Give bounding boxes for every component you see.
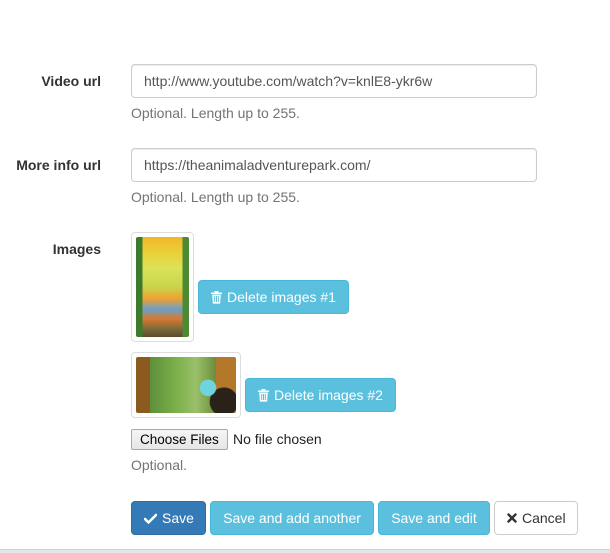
- cancel-label: Cancel: [522, 510, 566, 526]
- file-status: No file chosen: [233, 431, 322, 447]
- check-icon: [144, 513, 157, 524]
- delete-image-2-button[interactable]: Delete images #2: [245, 378, 396, 412]
- more-info-url-label: More info url: [16, 157, 101, 173]
- image-thumbnail-1[interactable]: [131, 232, 194, 342]
- video-url-input[interactable]: [131, 64, 537, 98]
- bottom-divider: [0, 549, 610, 553]
- save-and-add-another-button[interactable]: Save and add another: [210, 501, 374, 535]
- delete-image-2-label: Delete images #2: [274, 387, 383, 403]
- cancel-button[interactable]: Cancel: [494, 501, 578, 535]
- trash-icon: [211, 290, 222, 304]
- delete-image-1-label: Delete images #1: [227, 289, 336, 305]
- trash-icon: [258, 388, 269, 402]
- choose-files-button[interactable]: Choose Files: [131, 429, 228, 450]
- times-icon: [507, 513, 517, 523]
- images-help: Optional.: [131, 457, 188, 473]
- image-1: [136, 237, 189, 337]
- video-url-label: Video url: [41, 73, 101, 89]
- save-button[interactable]: Save: [131, 501, 206, 535]
- more-info-url-input[interactable]: [131, 148, 537, 182]
- more-info-url-help: Optional. Length up to 255.: [131, 189, 300, 205]
- images-label: Images: [52, 241, 101, 257]
- image-thumbnail-2[interactable]: [131, 352, 241, 418]
- image-2: [136, 357, 236, 413]
- video-url-help: Optional. Length up to 255.: [131, 105, 300, 121]
- delete-image-1-button[interactable]: Delete images #1: [198, 280, 349, 314]
- save-and-edit-button[interactable]: Save and edit: [378, 501, 490, 535]
- save-label: Save: [162, 510, 194, 526]
